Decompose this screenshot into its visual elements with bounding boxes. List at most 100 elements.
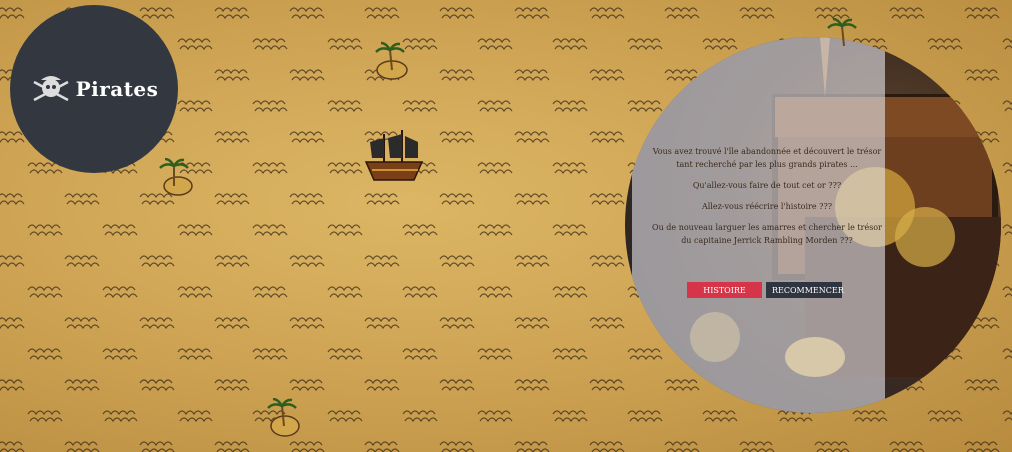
wave-mark — [964, 441, 1000, 452]
wave-mark — [1002, 100, 1012, 112]
wave-mark — [177, 286, 213, 298]
wave-mark — [214, 255, 250, 267]
wave-mark — [514, 69, 550, 81]
wave-mark — [64, 379, 100, 391]
wave-mark — [0, 441, 25, 452]
wave-mark — [439, 255, 475, 267]
wave-mark — [439, 317, 475, 329]
palm-island-icon — [375, 41, 408, 80]
action-buttons: HISTOIRE RECOMMENCER — [687, 282, 844, 298]
wave-mark — [552, 286, 588, 298]
wave-mark — [0, 379, 25, 391]
wave-mark — [589, 317, 625, 329]
wave-mark — [814, 441, 850, 452]
wave-mark — [252, 348, 288, 360]
wave-mark — [27, 348, 63, 360]
logo-title: Pirates — [75, 77, 159, 101]
wave-mark — [364, 193, 400, 205]
wave-mark — [402, 286, 438, 298]
island-1[interactable] — [372, 40, 412, 86]
wave-mark — [364, 441, 400, 452]
restart-button[interactable]: RECOMMENCER — [766, 282, 844, 298]
wave-mark — [1002, 38, 1012, 50]
wave-mark — [214, 7, 250, 19]
wave-mark — [0, 317, 25, 329]
wave-mark — [0, 7, 25, 19]
wave-mark — [402, 100, 438, 112]
wave-mark — [327, 38, 363, 50]
wave-mark — [514, 317, 550, 329]
wave-mark — [139, 379, 175, 391]
wave-mark — [139, 255, 175, 267]
wave-mark — [139, 441, 175, 452]
wave-mark — [402, 348, 438, 360]
wave-mark — [27, 286, 63, 298]
wave-mark — [589, 7, 625, 19]
wave-mark — [364, 317, 400, 329]
story-paragraph-4: Ou de nouveau larguer les amarres et che… — [652, 223, 882, 245]
wave-mark — [589, 441, 625, 452]
pirate-ship-icon — [364, 130, 424, 181]
wave-mark — [289, 379, 325, 391]
wave-mark — [814, 7, 850, 19]
island-3[interactable] — [266, 397, 306, 444]
wave-mark — [0, 193, 25, 205]
history-button[interactable]: HISTOIRE — [687, 282, 762, 298]
wave-mark — [1002, 348, 1012, 360]
wave-mark — [64, 441, 100, 452]
wave-mark — [364, 255, 400, 267]
wave-mark — [327, 224, 363, 236]
wave-mark — [552, 410, 588, 422]
wave-mark — [589, 193, 625, 205]
wave-mark — [327, 410, 363, 422]
wave-mark — [214, 69, 250, 81]
wave-mark — [477, 410, 513, 422]
wave-mark — [289, 69, 325, 81]
wave-mark — [514, 131, 550, 143]
wave-mark — [402, 224, 438, 236]
wave-mark — [514, 255, 550, 267]
wave-mark — [27, 224, 63, 236]
wave-mark — [214, 379, 250, 391]
wave-mark — [0, 131, 25, 143]
wave-mark — [477, 286, 513, 298]
wave-mark — [439, 69, 475, 81]
wave-mark — [552, 100, 588, 112]
wave-mark — [177, 348, 213, 360]
wave-mark — [439, 193, 475, 205]
pirate-ship[interactable] — [362, 128, 426, 192]
wave-mark — [1002, 410, 1012, 422]
wave-mark — [514, 7, 550, 19]
wave-mark — [439, 441, 475, 452]
wave-mark — [214, 441, 250, 452]
wave-mark — [514, 379, 550, 391]
story-text: Vous avez trouvé l'île abandonnée et déc… — [652, 145, 882, 255]
wave-mark — [439, 7, 475, 19]
wave-mark — [364, 7, 400, 19]
wave-mark — [439, 131, 475, 143]
pirates-logo: Pirates — [10, 5, 178, 173]
island-2[interactable] — [158, 157, 198, 204]
wave-mark — [477, 100, 513, 112]
wave-mark — [0, 255, 25, 267]
wave-mark — [64, 255, 100, 267]
wave-mark — [252, 162, 288, 174]
wave-mark — [552, 38, 588, 50]
island-4[interactable] — [826, 17, 860, 52]
story-paragraph-3: Allez-vous réécrire l'histoire ??? — [701, 202, 833, 211]
wave-mark — [364, 379, 400, 391]
wave-mark — [102, 286, 138, 298]
wave-mark — [177, 100, 213, 112]
wave-mark — [102, 410, 138, 422]
pirate-skull-icon — [32, 76, 69, 102]
wave-mark — [514, 193, 550, 205]
wave-mark — [1002, 162, 1012, 174]
wave-mark — [64, 193, 100, 205]
wave-mark — [177, 224, 213, 236]
wave-mark — [402, 410, 438, 422]
wave-mark — [64, 317, 100, 329]
wave-mark — [327, 162, 363, 174]
story-panel: Vous avez trouvé l'île abandonnée et déc… — [632, 37, 885, 413]
palm-island-icon — [827, 17, 857, 47]
wave-mark — [327, 100, 363, 112]
